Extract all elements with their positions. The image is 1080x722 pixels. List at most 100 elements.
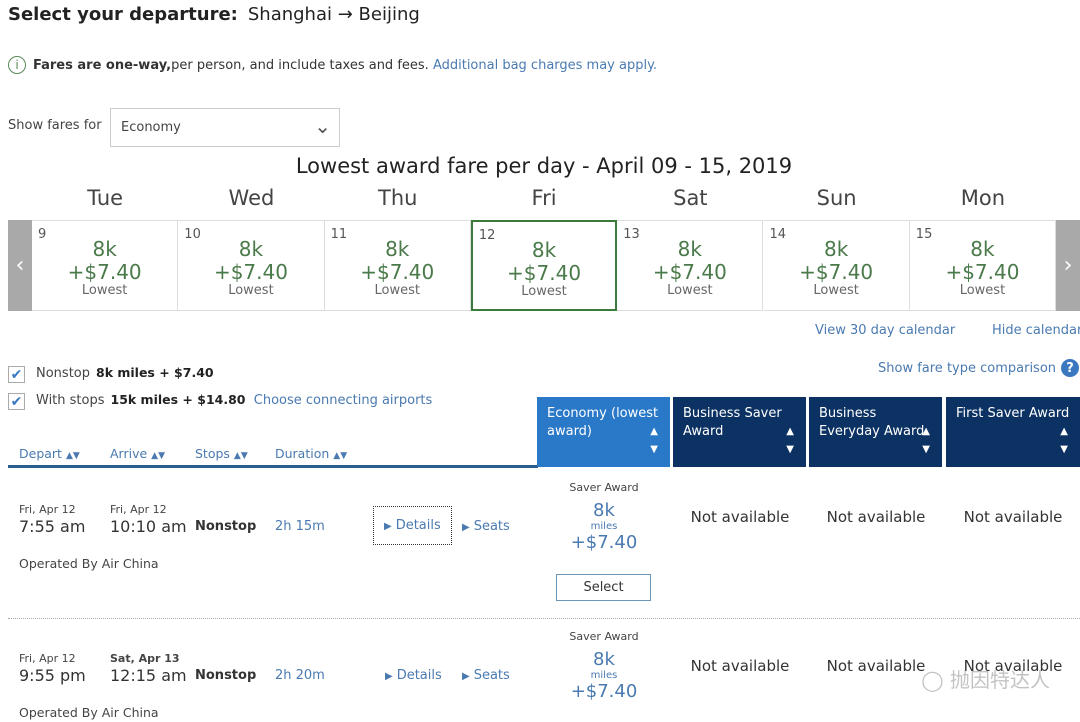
depart-time: 7:55 am bbox=[19, 517, 86, 536]
arrive-date: Sat, Apr 13 bbox=[110, 652, 180, 665]
calendar-title: Lowest award fare per day - April 09 - 1… bbox=[295, 154, 793, 178]
fare-column-header[interactable]: Economy (lowest award) ▲ ▼ bbox=[537, 397, 670, 467]
sort-icon: ▲▼ bbox=[151, 451, 165, 461]
sort-header[interactable]: Depart ▲▼ bbox=[19, 446, 80, 461]
fare-comparison-link[interactable]: Show fare type comparison bbox=[878, 361, 1056, 376]
operator: Operated By Air China bbox=[19, 556, 159, 571]
caret-right-icon: ▶ bbox=[384, 521, 392, 532]
check-icon: ✔ bbox=[10, 366, 23, 383]
sort-icon: ▲▼ bbox=[333, 451, 348, 461]
day-date: 12 bbox=[478, 228, 496, 243]
arrive-time: 10:10 am bbox=[110, 517, 187, 536]
day-name: Sun bbox=[816, 186, 857, 210]
fare-select-label: Show fares for bbox=[8, 118, 102, 133]
sort-icon: ▲▼ bbox=[65, 451, 80, 461]
stops: Nonstop bbox=[195, 668, 257, 683]
duration: 2h 20m bbox=[275, 668, 325, 683]
day-miles: 8k bbox=[92, 237, 117, 261]
sort-icon: ▲▼ bbox=[233, 451, 248, 461]
day-note: Lowest bbox=[959, 283, 1006, 298]
nonstop-checkbox[interactable]: ✔ bbox=[8, 366, 25, 383]
info-icon: i bbox=[8, 56, 26, 74]
calendar-day-cell[interactable]: 9 8k +$7.40 Lowest bbox=[32, 220, 179, 311]
details-button[interactable]: ▶ Details bbox=[373, 506, 452, 545]
fare-class-select[interactable]: Economy ⌄ bbox=[110, 108, 340, 147]
check-icon: ✔ bbox=[10, 393, 23, 410]
chevron-right-icon: › bbox=[1063, 253, 1073, 278]
details-button[interactable]: ▶ Details bbox=[385, 668, 442, 683]
calendar-day-cell[interactable]: 13 8k +$7.40 Lowest bbox=[617, 220, 764, 311]
arrive-date: Fri, Apr 12 bbox=[110, 503, 167, 516]
economy-fare: Saver Award 8k miles +$7.40 bbox=[569, 630, 639, 702]
page-title: Select your departure: Shanghai → Beijing bbox=[8, 4, 420, 25]
sort-icon: ▲▼ bbox=[650, 426, 658, 455]
day-price: +$7.40 bbox=[799, 260, 874, 284]
operator: Operated By Air China bbox=[19, 705, 159, 720]
day-date: 11 bbox=[330, 227, 348, 242]
row-separator bbox=[8, 618, 1080, 619]
fare-info: i Fares are one-way, per person, and inc… bbox=[8, 56, 657, 74]
seats-button[interactable]: ▶ Seats bbox=[462, 668, 510, 683]
sort-header[interactable]: Duration ▲▼ bbox=[275, 446, 347, 461]
day-note: Lowest bbox=[228, 283, 274, 298]
day-price: +$7.40 bbox=[507, 261, 582, 285]
day-note: Lowest bbox=[667, 283, 713, 298]
calendar-day-cell[interactable]: 14 8k +$7.40 Lowest bbox=[763, 220, 910, 311]
calendar-prev-button[interactable]: ‹ bbox=[8, 220, 32, 311]
day-name: Mon bbox=[960, 186, 1006, 210]
day-name: Tue bbox=[87, 186, 124, 210]
fare-column-header[interactable]: Business Everyday Award ▲ ▼ bbox=[809, 397, 942, 467]
chevron-down-icon: ⌄ bbox=[314, 114, 331, 138]
day-note: Lowest bbox=[813, 283, 859, 298]
header-divider bbox=[8, 465, 538, 468]
chevron-left-icon: ‹ bbox=[15, 253, 25, 278]
duration: 2h 15m bbox=[275, 519, 325, 534]
caret-right-icon: ▶ bbox=[462, 522, 470, 533]
watermark: ◯ 抛因特达人 bbox=[921, 668, 1050, 692]
sort-header[interactable]: Stops ▲▼ bbox=[195, 446, 248, 461]
fare-column-header[interactable]: First Saver Award ▲ ▼ bbox=[946, 397, 1080, 467]
calendar-day-cell[interactable]: 10 8k +$7.40 Lowest bbox=[178, 220, 325, 311]
day-name: Fri bbox=[531, 186, 557, 210]
with-stops-checkbox[interactable]: ✔ bbox=[8, 393, 25, 410]
economy-fare: Saver Award 8k miles +$7.40 bbox=[569, 481, 639, 553]
calendar-next-button[interactable]: › bbox=[1056, 220, 1080, 311]
day-price: +$7.40 bbox=[213, 260, 288, 284]
seats-button[interactable]: ▶ Seats bbox=[462, 519, 510, 534]
day-date: 13 bbox=[623, 227, 640, 242]
connecting-airports-link[interactable]: Choose connecting airports bbox=[254, 393, 433, 408]
bag-charges-link[interactable]: Additional bag charges may apply. bbox=[433, 58, 657, 73]
sort-icon: ▲▼ bbox=[922, 426, 930, 455]
view-30-day-calendar-link[interactable]: View 30 day calendar bbox=[815, 323, 955, 338]
day-date: 14 bbox=[769, 227, 787, 242]
day-date: 10 bbox=[184, 227, 201, 242]
arrive-time: 12:15 am bbox=[110, 666, 187, 685]
nonstop-filter: Nonstop 8k miles + $7.40 bbox=[36, 365, 214, 381]
sort-icon: ▲▼ bbox=[786, 426, 794, 455]
with-stops-filter: With stops 15k miles + $14.80 Choose conn… bbox=[36, 392, 433, 408]
day-date: 15 bbox=[915, 227, 933, 242]
depart-date: Fri, Apr 12 bbox=[19, 652, 76, 665]
help-icon[interactable]: ? bbox=[1061, 359, 1079, 377]
calendar-day-cell[interactable]: 11 8k +$7.40 Lowest bbox=[324, 220, 471, 311]
day-note: Lowest bbox=[521, 284, 567, 299]
fare-column-header[interactable]: Business Saver Award ▲ ▼ bbox=[673, 397, 806, 467]
day-name: Thu bbox=[378, 186, 418, 210]
day-note: Lowest bbox=[81, 283, 128, 298]
not-available-label: Not available bbox=[690, 508, 790, 526]
caret-right-icon: ▶ bbox=[462, 671, 470, 682]
day-price: +$7.40 bbox=[652, 260, 727, 284]
day-price: +$7.40 bbox=[67, 260, 142, 284]
select-fare-button[interactable]: Select bbox=[556, 574, 651, 601]
day-note: Lowest bbox=[374, 283, 420, 298]
day-price: +$7.40 bbox=[945, 260, 1020, 284]
hide-calendar-link[interactable]: Hide calendar bbox=[992, 323, 1080, 338]
sort-header[interactable]: Arrive ▲▼ bbox=[110, 446, 165, 461]
calendar-day-cell[interactable]: 15 8k +$7.40 Lowest bbox=[909, 220, 1057, 311]
not-available-label: Not available bbox=[690, 657, 790, 675]
day-name: Sat bbox=[673, 186, 708, 210]
day-date: 9 bbox=[38, 227, 47, 242]
stops: Nonstop bbox=[195, 519, 257, 534]
not-available-label: Not available bbox=[963, 508, 1063, 526]
calendar-day-cell[interactable]: 12 8k +$7.40 Lowest bbox=[470, 220, 618, 311]
